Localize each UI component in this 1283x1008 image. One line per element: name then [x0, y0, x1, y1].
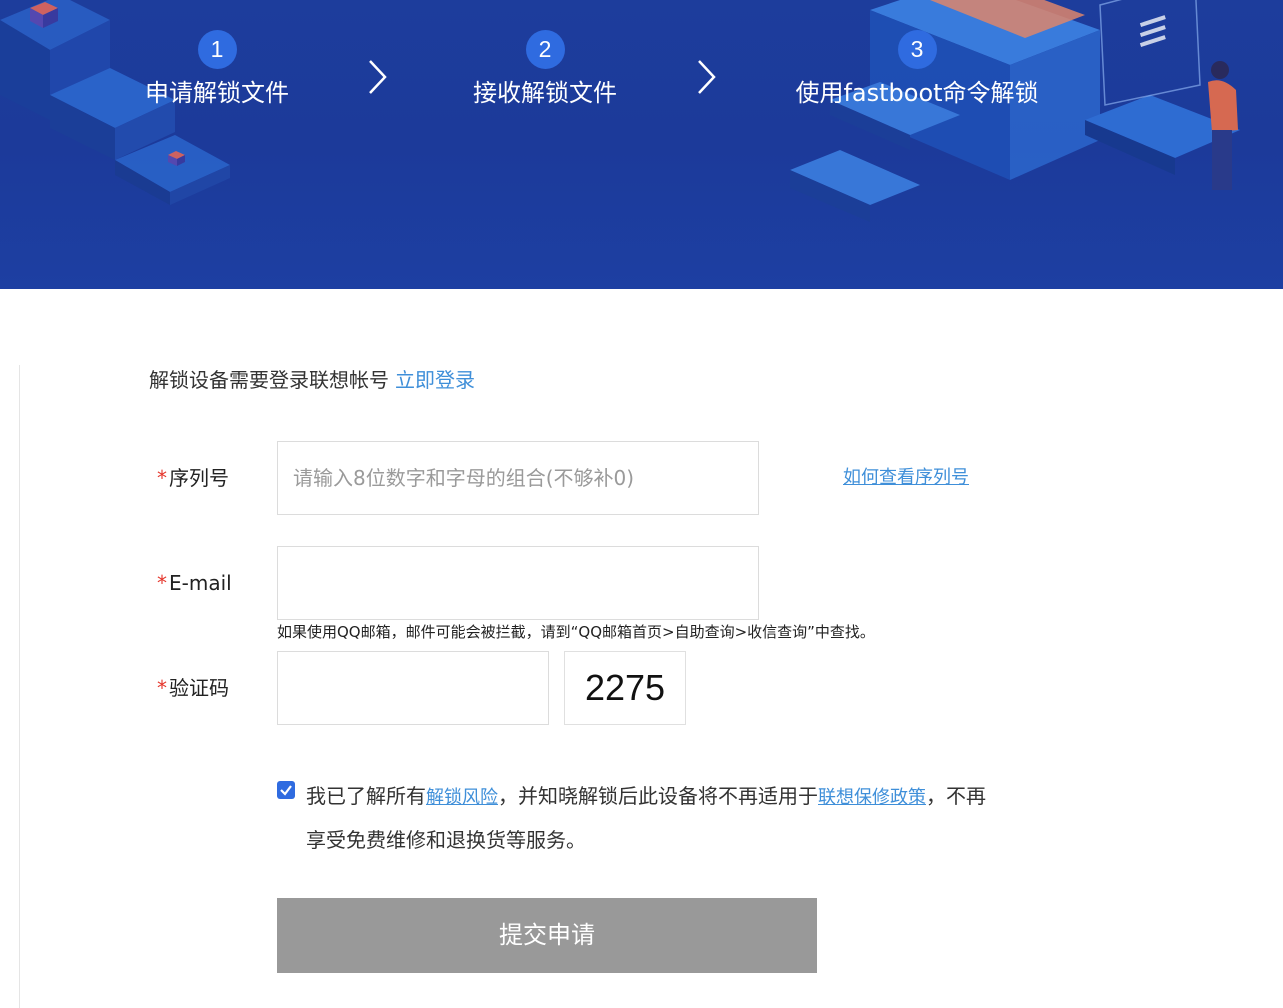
serial-label-text: 序列号	[169, 466, 229, 490]
left-divider	[19, 365, 20, 1008]
captcha-label: * 验证码	[157, 674, 229, 702]
submit-button[interactable]: 提交申请	[277, 898, 817, 973]
step-3-label: 使用fastboot命令解锁	[795, 79, 1039, 107]
qq-mail-note: 如果使用QQ邮箱，邮件可能会被拦截，请到“QQ邮箱首页>自助查询>收信查询”中查…	[277, 623, 875, 641]
step-1: 1 申请解锁文件	[67, 30, 367, 109]
email-label-text: E-mail	[169, 571, 232, 595]
email-input[interactable]	[277, 546, 759, 620]
login-prompt: 解锁设备需要登录联想帐号 立即登录	[149, 366, 475, 394]
chevron-right-icon	[698, 60, 716, 94]
login-link[interactable]: 立即登录	[395, 368, 475, 392]
warranty-policy-link[interactable]: 联想保修政策	[818, 787, 926, 808]
chevron-right-icon	[369, 60, 387, 94]
required-mark: *	[157, 466, 167, 490]
step-2-label: 接收解锁文件	[473, 79, 617, 107]
login-prompt-text: 解锁设备需要登录联想帐号	[149, 368, 389, 392]
agreement-text-1: 我已了解所有	[306, 784, 426, 808]
step-1-number: 1	[197, 30, 237, 69]
how-to-find-serial-link[interactable]: 如何查看序列号	[843, 465, 969, 491]
step-1-label: 申请解锁文件	[145, 79, 289, 107]
checkmark-icon	[280, 785, 292, 796]
step-2-number: 2	[525, 30, 565, 69]
step-3: 3 使用fastboot命令解锁	[767, 30, 1067, 109]
agreement-text: 我已了解所有解锁风险，并知晓解锁后此设备将不再适用于联想保修政策，不再享受免费维…	[306, 775, 986, 862]
step-2: 2 接收解锁文件	[395, 30, 695, 109]
serial-label: * 序列号	[157, 464, 229, 492]
agreement-checkbox[interactable]	[277, 781, 295, 799]
required-mark: *	[157, 571, 167, 595]
required-mark: *	[157, 676, 167, 700]
captcha-image[interactable]: 2275	[564, 651, 686, 725]
email-label: * E-mail	[157, 569, 232, 597]
serial-input[interactable]	[277, 441, 759, 515]
captcha-label-text: 验证码	[169, 676, 229, 700]
agreement-text-2: ，并知晓解锁后此设备将不再适用于	[498, 784, 818, 808]
steps-banner: 1 申请解锁文件 2 接收解锁文件 3 使用fastboot命令解锁	[0, 0, 1283, 289]
step-3-number: 3	[897, 30, 937, 69]
captcha-input[interactable]	[277, 651, 549, 725]
unlock-risk-link[interactable]: 解锁风险	[426, 787, 498, 808]
